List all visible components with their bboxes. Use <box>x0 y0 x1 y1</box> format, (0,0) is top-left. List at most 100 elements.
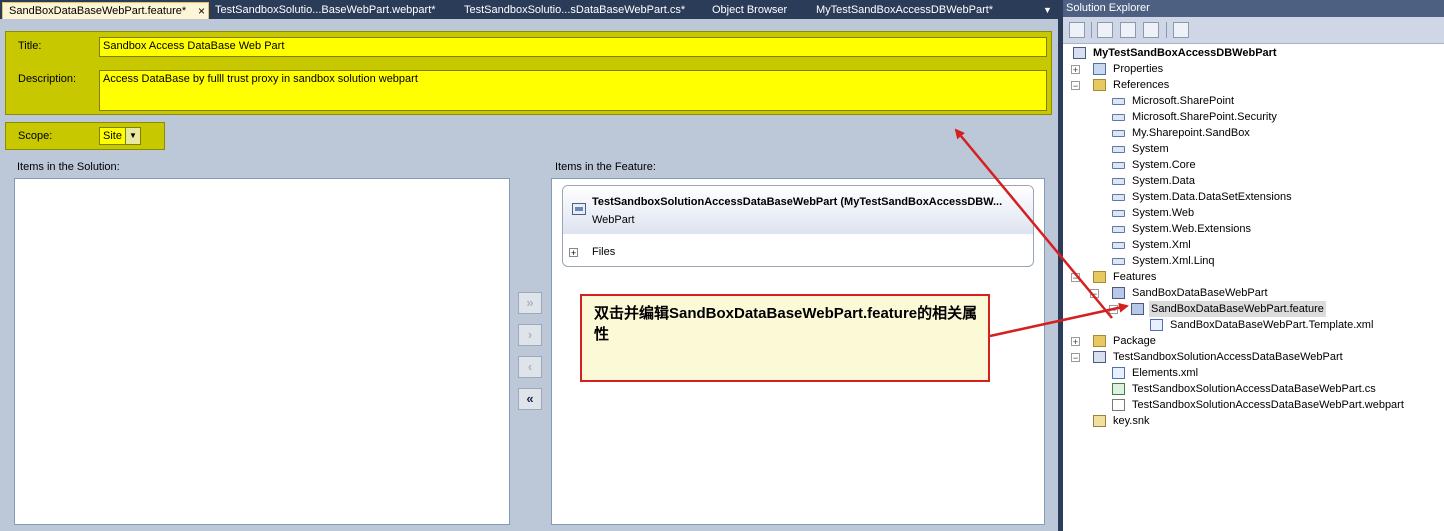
tab-project[interactable]: MyTestSandBoxAccessDBWebPart* <box>810 2 999 19</box>
tree-node[interactable]: + Properties <box>1063 61 1444 77</box>
tree-node[interactable]: System.Core <box>1063 157 1444 173</box>
tree-node-label: System.Xml.Linq <box>1132 255 1215 267</box>
tree-node[interactable]: System.Data.DataSetExtensions <box>1063 189 1444 205</box>
tree-node[interactable]: + Package <box>1063 333 1444 349</box>
tree-node-label: Microsoft.SharePoint.Security <box>1132 111 1277 123</box>
add-button[interactable]: › <box>518 324 542 346</box>
callout-text: 双击并编辑SandBoxDataBaseWebPart.feature的相关属性 <box>594 305 978 343</box>
close-icon[interactable]: × <box>198 3 205 19</box>
tree-node[interactable]: − References <box>1063 77 1444 93</box>
project-icon <box>1073 47 1086 59</box>
collapse-node-icon[interactable]: − <box>1090 289 1099 299</box>
collapse-node-icon[interactable]: − <box>1071 273 1080 283</box>
tab-object-browser[interactable]: Object Browser <box>706 2 793 19</box>
tab-feature-designer[interactable]: SandBoxDataBaseWebPart.feature* × <box>2 2 209 19</box>
reference-icon <box>1112 178 1125 185</box>
tree-node[interactable]: − SandBoxDataBaseWebPart.feature <box>1063 301 1444 317</box>
tab-cs-file[interactable]: TestSandboxSolutio...sDataBaseWebPart.cs… <box>458 2 691 19</box>
properties-icon <box>1093 63 1106 75</box>
reference-icon <box>1112 98 1125 105</box>
tree-node[interactable]: Elements.xml <box>1063 365 1444 381</box>
expand-icon[interactable]: + <box>569 248 578 258</box>
tree-node[interactable]: TestSandboxSolutionAccessDataBaseWebPart… <box>1063 381 1444 397</box>
tree-node-label: MyTestSandBoxAccessDBWebPart <box>1093 47 1277 59</box>
scope-panel: Scope: Site ▼ <box>5 122 165 150</box>
show-all-files-icon[interactable] <box>1097 22 1113 38</box>
scope-dropdown[interactable]: Site ▼ <box>99 127 141 145</box>
feature-item-title: TestSandboxSolutionAccessDataBaseWebPart… <box>592 196 1003 208</box>
items-in-solution-label: Items in the Solution: <box>17 161 120 173</box>
tree-node-label: TestSandboxSolutionAccessDataBaseWebPart… <box>1132 399 1404 411</box>
tree-node[interactable]: Microsoft.SharePoint.Security <box>1063 109 1444 125</box>
tree-node[interactable]: − SandBoxDataBaseWebPart <box>1063 285 1444 301</box>
tree-node-label: References <box>1113 79 1170 91</box>
tab-webpart-file[interactable]: TestSandboxSolutio...BaseWebPart.webpart… <box>209 2 442 19</box>
description-field[interactable]: Access DataBase by fulll trust proxy in … <box>99 70 1047 111</box>
title-field[interactable]: Sandbox Access DataBase Web Part <box>99 37 1047 57</box>
tree-node[interactable]: Microsoft.SharePoint <box>1063 93 1444 109</box>
remove-all-button[interactable]: « <box>518 388 542 410</box>
feature-item-card[interactable]: TestSandboxSolutionAccessDataBaseWebPart… <box>562 185 1034 267</box>
solution-explorer-title: Solution Explorer <box>1063 0 1444 17</box>
tree-node[interactable]: System.Web.Extensions <box>1063 221 1444 237</box>
tree-node-label: System.Web.Extensions <box>1132 223 1252 235</box>
chevron-down-icon[interactable]: ▼ <box>125 128 140 144</box>
tree-node-label: Features <box>1113 271 1157 283</box>
tab-label: SandBoxDataBaseWebPart.feature* <box>9 5 187 17</box>
files-label: Files <box>592 246 616 258</box>
tab-label: Object Browser <box>712 4 788 16</box>
scope-label: Scope: <box>18 130 53 142</box>
description-label: Description: <box>18 73 77 85</box>
items-in-feature-label: Items in the Feature: <box>555 161 656 173</box>
expand-node-icon[interactable]: + <box>1071 337 1080 347</box>
feature-icon <box>1112 287 1125 299</box>
tree-node-label: System <box>1132 143 1169 155</box>
collapse-node-icon[interactable]: − <box>1071 353 1080 363</box>
expand-node-icon[interactable]: + <box>1071 65 1080 75</box>
tree-node-label: My.Sharepoint.SandBox <box>1132 127 1250 139</box>
tab-label: TestSandboxSolutio...sDataBaseWebPart.cs… <box>464 4 686 16</box>
collapse-node-icon[interactable]: − <box>1071 81 1080 91</box>
tree-node-label: Properties <box>1113 63 1164 75</box>
tree-node[interactable]: My.Sharepoint.SandBox <box>1063 125 1444 141</box>
tree-node-label: TestSandboxSolutionAccessDataBaseWebPart… <box>1132 383 1376 395</box>
tree-node[interactable]: SandBoxDataBaseWebPart.Template.xml <box>1063 317 1444 333</box>
tree-node[interactable]: − Features <box>1063 269 1444 285</box>
solution-explorer: Solution Explorer MyTestSandBoxAccessDBW… <box>1063 0 1444 531</box>
tab-list-dropdown-icon[interactable]: ▼ <box>1043 5 1052 15</box>
tree-node[interactable]: System <box>1063 141 1444 157</box>
reference-icon <box>1112 194 1125 201</box>
reference-icon <box>1112 130 1125 137</box>
tree-node-label: System.Xml <box>1132 239 1191 251</box>
tree-node-label: Package <box>1113 335 1156 347</box>
tree-node-label: System.Web <box>1132 207 1195 219</box>
webpart-icon <box>572 203 586 215</box>
tab-label: TestSandboxSolutio...BaseWebPart.webpart… <box>215 4 436 16</box>
reference-icon <box>1112 146 1125 153</box>
references-folder-icon <box>1093 79 1106 91</box>
remove-button[interactable]: ‹ <box>518 356 542 378</box>
tree-node[interactable]: − TestSandboxSolutionAccessDataBaseWebPar… <box>1063 349 1444 365</box>
tree-node[interactable]: System.Xml <box>1063 237 1444 253</box>
tree-node[interactable]: System.Web <box>1063 205 1444 221</box>
collapse-icon[interactable] <box>1120 22 1136 38</box>
solution-items-list[interactable] <box>14 178 510 525</box>
tree-node[interactable]: System.Data <box>1063 173 1444 189</box>
feature-item-header: TestSandboxSolutionAccessDataBaseWebPart… <box>563 186 1033 234</box>
xml-file-icon <box>1150 319 1163 331</box>
tree-node[interactable]: TestSandboxSolutionAccessDataBaseWebPart… <box>1063 397 1444 413</box>
toolbar-separator <box>1091 22 1092 38</box>
toolbar-separator <box>1166 22 1167 38</box>
refresh-icon[interactable] <box>1143 22 1159 38</box>
properties-icon[interactable] <box>1069 22 1085 38</box>
add-all-button[interactable]: » <box>518 292 542 314</box>
tree-node[interactable]: System.Xml.Linq <box>1063 253 1444 269</box>
tree-node[interactable]: MyTestSandBoxAccessDBWebPart <box>1063 45 1444 61</box>
tree-node-label: System.Core <box>1132 159 1196 171</box>
package-icon <box>1093 335 1106 347</box>
collapse-node-icon[interactable]: − <box>1109 305 1118 315</box>
cs-file-icon <box>1112 383 1125 395</box>
tree-node[interactable]: key.snk <box>1063 413 1444 429</box>
tree-node-label: SandBoxDataBaseWebPart.feature <box>1149 301 1326 317</box>
view-code-icon[interactable] <box>1173 22 1189 38</box>
